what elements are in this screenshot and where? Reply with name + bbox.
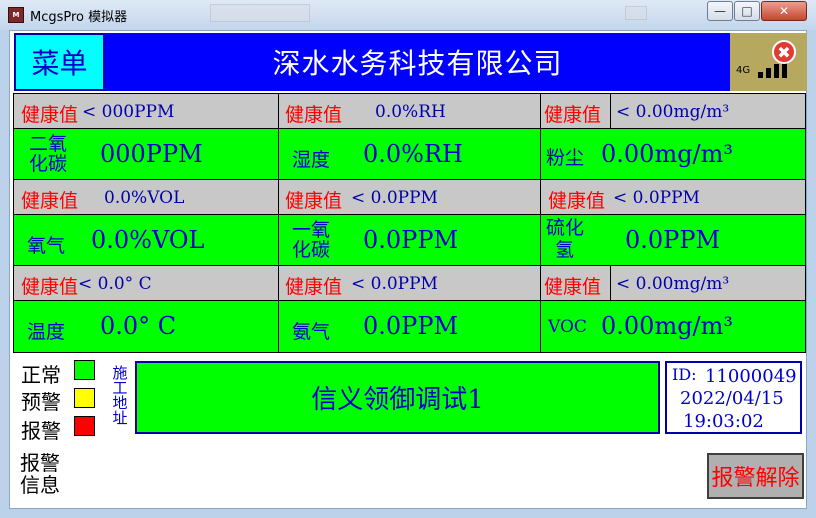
network-type-label: 4G: [736, 65, 751, 76]
health-ammonia: 健康值 < 0.0PPM: [278, 265, 541, 301]
alarm-reset-button[interactable]: 报警解除: [707, 453, 804, 499]
reading-humidity: 湿度 0.0%RH: [278, 128, 541, 180]
reading-value: 0.0PPM: [625, 226, 721, 254]
legend-swatch-normal: [74, 360, 95, 380]
reading-co: 一氧 化碳 0.0PPM: [278, 214, 541, 266]
reading-ammonia: 氨气 0.0PPM: [278, 300, 541, 353]
reading-value: 0.0%RH: [363, 140, 463, 168]
legend-label-warning: 预警: [21, 390, 61, 414]
reading-value: 000PPM: [100, 140, 203, 168]
reading-label: 粉尘: [546, 147, 585, 169]
reading-value: 0.0%VOL: [91, 226, 205, 254]
health-voc: 健康值 < 0.00mg/m³: [540, 265, 806, 301]
window-title: McgsPro 模拟器: [30, 10, 128, 25]
device-date: 2022/04/15: [680, 388, 784, 409]
company-title: 深水水务科技有限公司: [105, 33, 730, 91]
reading-label: 硫化: [546, 217, 585, 239]
reading-label: 氧气: [27, 235, 66, 257]
health-value: < 0.00mg/m³: [616, 102, 730, 122]
reading-oxygen: 氧气 0.0%VOL: [13, 214, 279, 266]
device-info-panel: ID: 11000049 2022/04/15 19:03:02: [665, 361, 802, 434]
health-label: 健康值: [285, 190, 343, 212]
sensor-grid: 健康值 < 000PPM 健康值 0.0%RH 健康值 < 0.00mg/m³ …: [13, 93, 806, 353]
window-close-button[interactable]: ✕: [761, 1, 807, 21]
reading-label: 二氧: [29, 133, 68, 155]
health-label: 健康值: [544, 104, 602, 126]
health-co2: 健康值 < 000PPM: [13, 93, 279, 129]
health-value: < 0.00mg/m³: [616, 274, 730, 294]
legend-swatch-alarm: [74, 416, 95, 436]
health-value: < 0.0° C: [78, 274, 152, 294]
reading-label: 氨气: [292, 321, 331, 343]
alarm-info-label: 报警 信息: [20, 451, 60, 497]
health-co: 健康值 < 0.0PPM: [278, 179, 541, 215]
reading-label: 一氧: [292, 219, 331, 241]
background-tab: [210, 4, 310, 22]
reading-label: 氢: [555, 239, 575, 261]
cell-divider: [610, 266, 611, 300]
legend-label-normal: 正常: [21, 363, 61, 387]
reading-label: 温度: [27, 321, 66, 343]
health-humidity: 健康值 0.0%RH: [278, 93, 541, 129]
health-value: 0.0%VOL: [104, 188, 185, 208]
minimize-button[interactable]: —: [707, 1, 733, 21]
health-label: 健康值: [21, 276, 79, 298]
reading-label: VOC: [548, 317, 587, 337]
reading-value: 0.0PPM: [363, 312, 459, 340]
health-label: 健康值: [285, 104, 343, 126]
health-dust: 健康值 < 0.00mg/m³: [540, 93, 806, 129]
legend-swatch-warning: [74, 388, 95, 408]
device-id-value: 11000049: [705, 366, 797, 387]
reading-co2: 二氧 化碳 000PPM: [13, 128, 279, 180]
health-label: 健康值: [544, 276, 602, 298]
health-value: < 0.0PPM: [351, 274, 438, 294]
device-id-label: ID:: [672, 365, 697, 384]
reading-label: 化碳: [292, 239, 331, 261]
reading-label: 化碳: [29, 153, 68, 175]
reading-label: 湿度: [292, 149, 331, 171]
reading-temperature: 温度 0.0° C: [13, 300, 279, 353]
health-value: 0.0%RH: [375, 102, 446, 122]
reading-value: 0.00mg/m³: [601, 140, 734, 168]
health-oxygen: 健康值 0.0%VOL: [13, 179, 279, 215]
reading-value: 0.0PPM: [363, 226, 459, 254]
reading-value: 0.00mg/m³: [601, 312, 734, 340]
legend-label-alarm: 报警: [21, 419, 61, 443]
health-value: < 000PPM: [82, 102, 175, 122]
health-temperature: 健康值 < 0.0° C: [13, 265, 279, 301]
background-tab-button: [625, 6, 647, 20]
site-name: 信义领御调试1: [135, 361, 660, 434]
app-icon: M: [8, 7, 24, 23]
reading-dust: 粉尘 0.00mg/m³: [540, 128, 806, 180]
reading-voc: VOC 0.00mg/m³: [540, 300, 806, 353]
health-label: 健康值: [21, 104, 79, 126]
cell-divider: [610, 94, 611, 128]
close-icon[interactable]: ✖: [772, 40, 796, 64]
health-label: 健康值: [548, 190, 606, 212]
reading-h2s: 硫化 氢 0.0PPM: [540, 214, 806, 266]
device-time: 19:03:02: [683, 411, 764, 432]
health-value: < 0.0PPM: [613, 188, 700, 208]
health-h2s: 健康值 < 0.0PPM: [540, 179, 806, 215]
menu-button[interactable]: 菜单: [14, 33, 105, 91]
health-value: < 0.0PPM: [351, 188, 438, 208]
health-label: 健康值: [21, 190, 79, 212]
health-label: 健康值: [285, 276, 343, 298]
maximize-button[interactable]: □: [734, 1, 760, 21]
site-label: 施 工 地 址: [112, 364, 128, 427]
reading-value: 0.0° C: [100, 312, 177, 340]
